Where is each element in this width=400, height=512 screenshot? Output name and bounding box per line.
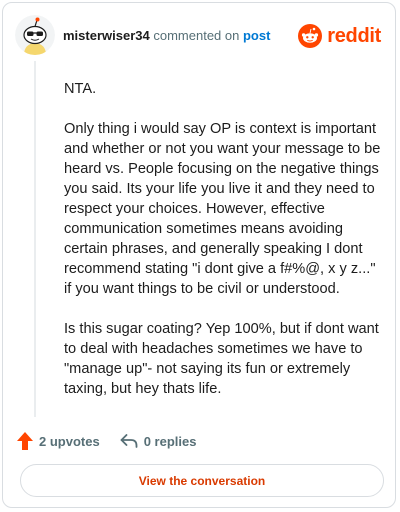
reply-count: 0 replies xyxy=(143,433,197,449)
comment-card: misterwiser34 commented on post reddit N… xyxy=(2,2,396,508)
view-conversation-button[interactable]: View the conversation xyxy=(20,464,384,497)
comment-paragraph: Is this sugar coating? Yep 100%, but if … xyxy=(64,321,379,397)
username[interactable]: misterwiser34 xyxy=(63,28,150,43)
upvote-arrow-icon xyxy=(17,432,33,450)
comment-body: NTA. Only thing i would say OP is contex… xyxy=(64,79,384,419)
reply-button[interactable]: 0 replies xyxy=(120,433,197,449)
post-link[interactable]: post xyxy=(243,28,270,43)
reply-arrow-icon xyxy=(120,434,138,448)
comment-paragraph: Only thing i would say OP is context is … xyxy=(64,121,381,297)
reddit-snoo-icon xyxy=(298,24,323,48)
comment-paragraph: NTA. xyxy=(64,81,97,97)
avatar[interactable] xyxy=(15,15,55,55)
comment-actions: 2 upvotes 0 replies xyxy=(17,431,196,451)
thread-line xyxy=(34,61,36,417)
upvote-count: 2 upvotes xyxy=(39,433,100,449)
upvote-button[interactable]: 2 upvotes xyxy=(17,432,100,450)
comment-header: misterwiser34 commented on post reddit xyxy=(15,15,385,55)
comment-meta: misterwiser34 commented on post xyxy=(63,28,270,44)
brand-name: reddit xyxy=(327,24,381,47)
reddit-logo[interactable]: reddit xyxy=(298,23,381,49)
action-text: commented on xyxy=(153,28,240,43)
